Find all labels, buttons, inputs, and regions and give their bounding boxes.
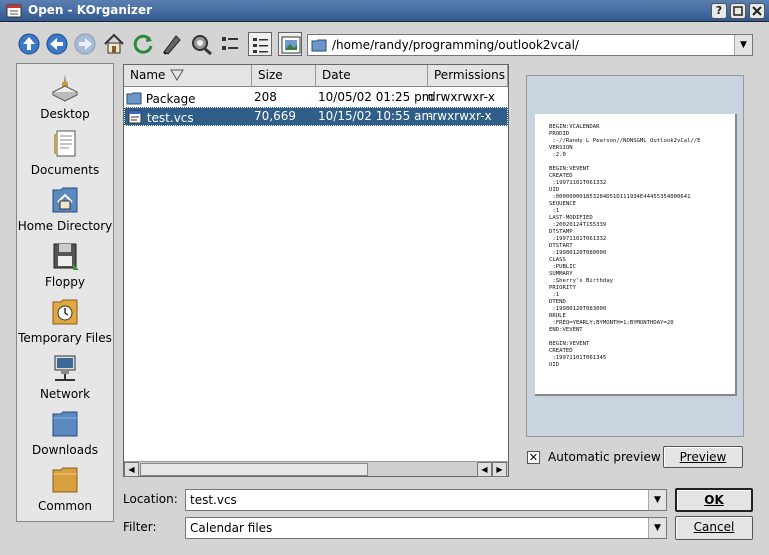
column-header-permissions[interactable]: Permissions — [428, 65, 508, 86]
horizontal-scrollbar[interactable]: ◀ ◀ ▶ — [124, 461, 508, 477]
location-dropdown-arrow[interactable]: ▼ — [648, 490, 666, 510]
path-text: /home/randy/programming/outlook2vcal/ — [332, 38, 579, 52]
column-header-date[interactable]: Date — [316, 65, 428, 86]
home-button[interactable] — [102, 32, 126, 56]
preview-toggle-button[interactable] — [278, 32, 302, 56]
icon-view-icon — [222, 37, 238, 50]
filter-combobox[interactable]: Calendar files ▼ — [185, 517, 667, 539]
column-header-name[interactable]: Name — [124, 65, 252, 86]
network-icon — [54, 355, 76, 381]
documents-icon — [54, 130, 76, 157]
maximize-icon — [733, 6, 743, 16]
pen-icon — [163, 35, 181, 55]
close-icon — [752, 6, 762, 16]
sidebar-item-common[interactable]: Common — [17, 460, 113, 516]
cancel-button[interactable]: Cancel — [675, 516, 753, 540]
home-folder-icon — [52, 187, 78, 213]
location-input[interactable]: test.vcs — [190, 493, 237, 507]
sidebar-item-network[interactable]: Network — [17, 348, 113, 404]
configure-button[interactable] — [189, 32, 213, 56]
file-date: 10/15/02 10:55 am — [318, 109, 434, 123]
list-header: Name Size Date Permissions — [124, 65, 508, 87]
scrollbar-thumb[interactable] — [140, 463, 368, 476]
sidebar-item-home-directory[interactable]: Home Directory — [17, 180, 113, 236]
sidebar-item-label: Floppy — [45, 275, 85, 289]
image-preview-icon — [281, 36, 301, 54]
desktop-icon — [51, 74, 79, 102]
preview-text: BEGIN:VCALENDAR PRODID :-//Randy L Pears… — [549, 124, 701, 368]
scroll-right-button[interactable]: ▶ — [492, 462, 507, 477]
path-combobox[interactable]: /home/randy/programming/outlook2vcal/ ▼ — [307, 34, 753, 56]
sidebar-item-floppy[interactable]: Floppy — [17, 236, 113, 292]
maximize-button[interactable] — [730, 3, 746, 19]
korganizer-app-icon — [6, 4, 22, 18]
short-view-button[interactable] — [218, 32, 242, 56]
common-folder-icon — [52, 467, 78, 493]
home-icon — [104, 33, 124, 54]
sidebar-item-desktop[interactable]: Desktop — [17, 68, 113, 124]
table-row[interactable]: Package 208 10/05/02 01:25 pm drwxrwxr-x — [124, 88, 508, 107]
places-sidebar: Desktop Documents Home Directory Floppy … — [16, 63, 114, 522]
preview-panel: BEGIN:VCALENDAR PRODID :-//Randy L Pears… — [526, 75, 744, 437]
filter-dropdown-arrow[interactable]: ▼ — [648, 518, 666, 538]
sort-indicator-icon — [170, 69, 184, 81]
file-size: 208 — [254, 90, 277, 104]
file-name: test.vcs — [146, 111, 194, 125]
folder-icon — [311, 39, 327, 52]
location-combobox[interactable]: test.vcs ▼ — [185, 489, 667, 511]
filter-value: Calendar files — [190, 521, 273, 535]
arrow-right-icon — [74, 33, 96, 55]
sidebar-item-label: Temporary Files — [18, 331, 112, 345]
sidebar-item-label: Network — [39, 387, 91, 401]
close-button[interactable] — [749, 3, 765, 19]
sidebar-item-documents[interactable]: Documents — [17, 124, 113, 180]
table-row[interactable]: test.vcs 70,669 10/15/02 10:55 am -rwxrw… — [124, 107, 508, 126]
new-folder-button[interactable] — [160, 32, 184, 56]
filter-label: Filter: — [123, 520, 157, 534]
sidebar-item-label: Desktop — [40, 107, 90, 121]
arrow-up-icon — [18, 33, 40, 55]
file-list[interactable]: Name Size Date Permissions Package 208 1… — [123, 64, 509, 477]
back-button[interactable] — [45, 32, 69, 56]
location-label: Location: — [123, 492, 178, 506]
reload-button[interactable] — [131, 32, 155, 56]
path-dropdown-arrow[interactable]: ▼ — [734, 35, 752, 55]
window-title: Open - KOrganizer — [28, 3, 153, 17]
preview-page: BEGIN:VCALENDAR PRODID :-//Randy L Pears… — [535, 114, 737, 396]
scroll-left-button[interactable]: ◀ — [124, 462, 139, 477]
folder-icon — [126, 92, 142, 105]
automatic-preview-label: Automatic preview — [548, 450, 661, 464]
detail-list-icon — [253, 38, 268, 53]
downloads-folder-icon — [52, 411, 78, 437]
up-button[interactable] — [17, 32, 41, 56]
title-bar[interactable]: Open - KOrganizer ? — [0, 0, 769, 22]
forward-button[interactable] — [73, 32, 97, 56]
scroll-left-button-2[interactable]: ◀ — [477, 462, 492, 477]
file-name: Package — [145, 92, 196, 106]
ok-button[interactable]: OK — [675, 488, 753, 512]
help-button[interactable]: ? — [711, 3, 727, 19]
file-permissions: drwxrwxr-x — [428, 90, 495, 104]
sidebar-item-label: Common — [37, 499, 93, 513]
sidebar-item-temporary-files[interactable]: Temporary Files — [17, 292, 113, 348]
sidebar-item-label: Downloads — [32, 443, 98, 457]
column-header-size[interactable]: Size — [252, 65, 316, 86]
detailed-view-button[interactable] — [248, 32, 272, 56]
file-date: 10/05/02 01:25 pm — [318, 90, 434, 104]
file-permissions: -rwxrwxr-x — [428, 109, 492, 123]
file-size: 70,669 — [254, 109, 296, 123]
reload-icon — [133, 34, 153, 54]
sidebar-item-label: Home Directory — [17, 219, 113, 233]
preview-button[interactable]: Preview — [663, 446, 743, 468]
sidebar-item-label: Documents — [30, 163, 100, 177]
floppy-icon — [53, 243, 79, 270]
temp-folder-icon — [52, 299, 78, 325]
calendar-file-icon — [128, 110, 142, 124]
automatic-preview-checkbox[interactable]: ✕ — [527, 451, 540, 464]
gear-icon — [192, 35, 212, 56]
sidebar-item-downloads[interactable]: Downloads — [17, 404, 113, 460]
arrow-left-icon — [46, 33, 68, 55]
